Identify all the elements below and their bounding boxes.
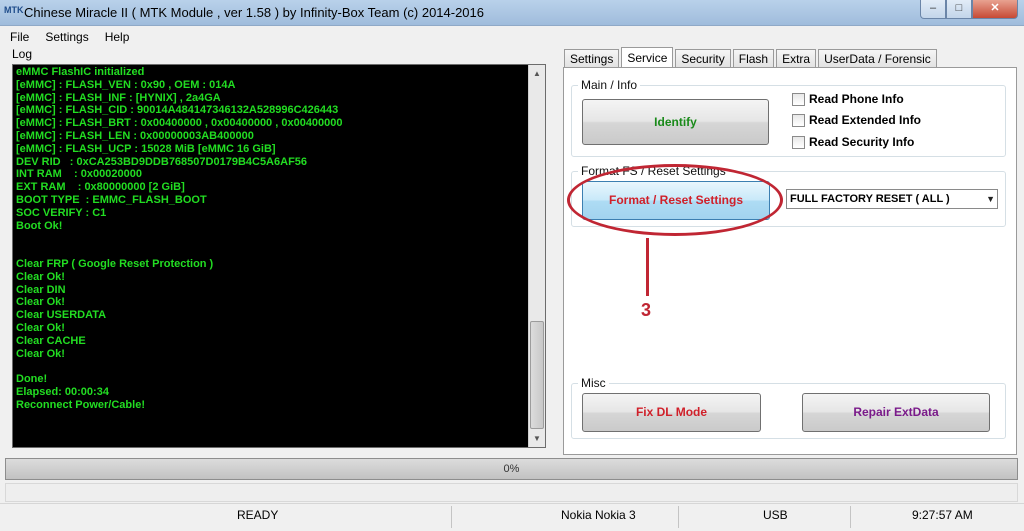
- menu-help[interactable]: Help: [95, 27, 136, 46]
- log-line: [eMMC] : FLASH_UCP : 15028 MiB [eMMC 16 …: [16, 142, 276, 155]
- progress-percent: 0%: [503, 463, 520, 475]
- tab-strip: Settings Service Security Flash Extra Us…: [564, 47, 939, 68]
- read-phone-info-checkbox[interactable]: Read Phone Info: [792, 92, 904, 106]
- log-line: Clear Ok!: [16, 321, 65, 334]
- log-panel[interactable]: eMMC FlashIC initialized [eMMC] : FLASH_V…: [12, 64, 546, 448]
- tab-settings[interactable]: Settings: [564, 49, 620, 67]
- log-line: DEV RID : 0xCA253BD9DDB768507D0179B4C5A6…: [16, 155, 308, 168]
- log-line: [eMMC] : FLASH_BRT : 0x00400000 , 0x0040…: [16, 117, 343, 130]
- log-line: Boot Ok!: [16, 219, 63, 232]
- read-security-info-checkbox[interactable]: Read Security Info: [792, 135, 914, 149]
- progress-bar: 0%: [5, 458, 1018, 480]
- status-time: 9:27:57 AM: [912, 508, 973, 522]
- main-info-title: Main / Info: [578, 78, 641, 92]
- log-line: Clear Ok!: [16, 296, 65, 309]
- maximize-icon[interactable]: □: [946, 0, 972, 19]
- log-line: [eMMC] : FLASH_VEN : 0x90 , OEM : 014A: [16, 78, 236, 91]
- log-scrollbar[interactable]: ▲ ▼: [528, 65, 545, 447]
- log-line: Reconnect Power/Cable!: [16, 398, 145, 411]
- menu-bar: File Settings Help: [0, 27, 1024, 46]
- log-line: Elapsed: 00:00:34: [16, 385, 109, 398]
- minimize-icon[interactable]: –: [920, 0, 946, 19]
- log-line: Clear Ok!: [16, 347, 65, 360]
- read-extended-info-label: Read Extended Info: [809, 113, 922, 127]
- scroll-down-icon[interactable]: ▼: [529, 430, 545, 447]
- repair-extdata-button[interactable]: Repair ExtData: [802, 393, 990, 432]
- status-device: Nokia Nokia 3: [561, 508, 636, 522]
- status-port: USB: [763, 508, 788, 522]
- log-line: Clear FRP ( Google Reset Protection ): [16, 257, 214, 270]
- misc-title: Misc: [578, 376, 609, 390]
- checkbox-box[interactable]: [792, 135, 805, 149]
- annotation-highlight-oval: [567, 164, 783, 236]
- secondary-progress-strip: [5, 483, 1018, 502]
- log-line: SOC VERIFY : C1: [16, 206, 107, 219]
- tab-extra[interactable]: Extra: [776, 49, 817, 67]
- annotation-step-number: 3: [641, 300, 652, 320]
- status-bar: READY Nokia Nokia 3 USB 9:27:57 AM: [0, 503, 1024, 531]
- log-line: Clear DIN: [16, 283, 66, 296]
- log-line: INT RAM : 0x00020000: [16, 168, 142, 181]
- log-line: [eMMC] : FLASH_INF : [HYNIX] , 2a4GA: [16, 91, 221, 104]
- read-security-info-label: Read Security Info: [809, 135, 915, 149]
- tab-flash[interactable]: Flash: [732, 49, 775, 67]
- log-line: Clear CACHE: [16, 334, 86, 347]
- window-title: Chinese Miracle II ( MTK Module , ver 1.…: [24, 5, 485, 20]
- read-extended-info-checkbox[interactable]: Read Extended Info: [792, 113, 921, 127]
- log-lines: eMMC FlashIC initialized [eMMC] : FLASH_V…: [16, 66, 526, 412]
- log-line: Clear Ok!: [16, 270, 65, 283]
- read-phone-info-label: Read Phone Info: [809, 92, 904, 106]
- log-line: EXT RAM : 0x80000000 [2 GiB]: [16, 181, 185, 194]
- reset-mode-select[interactable]: FULL FACTORY RESET ( ALL ) ▼: [786, 189, 998, 209]
- annotation-pointer-line: [646, 238, 649, 296]
- log-line: BOOT TYPE : EMMC_FLASH_BOOT: [16, 193, 207, 206]
- status-divider: [850, 506, 851, 528]
- log-line: [eMMC] : FLASH_LEN : 0x00000003AB400000: [16, 129, 254, 142]
- log-line: eMMC FlashIC initialized: [16, 66, 145, 78]
- tab-userdata-forensic[interactable]: UserData / Forensic: [818, 49, 937, 67]
- log-line: [eMMC] : FLASH_CID : 90014A484147346132A…: [16, 104, 339, 117]
- title-bar[interactable]: MTK Chinese Miracle II ( MTK Module , ve…: [0, 0, 1024, 26]
- scroll-up-icon[interactable]: ▲: [529, 65, 545, 82]
- checkbox-box[interactable]: [792, 113, 805, 127]
- identify-button[interactable]: Identify: [582, 99, 769, 145]
- tab-service[interactable]: Service: [621, 47, 674, 67]
- tab-security[interactable]: Security: [675, 49, 731, 67]
- log-line: Done!: [16, 373, 48, 386]
- close-icon[interactable]: ✕: [972, 0, 1018, 19]
- fix-dl-mode-button[interactable]: Fix DL Mode: [582, 393, 761, 432]
- menu-file[interactable]: File: [0, 27, 35, 46]
- status-divider: [451, 506, 452, 528]
- window-controls: – □ ✕: [920, 0, 1018, 20]
- menu-settings[interactable]: Settings: [35, 27, 94, 46]
- log-label: Log: [12, 47, 33, 61]
- reset-mode-value: FULL FACTORY RESET ( ALL ): [790, 193, 950, 205]
- scroll-thumb[interactable]: [530, 321, 544, 429]
- checkbox-box[interactable]: [792, 92, 805, 106]
- app-logo-icon: MTK: [4, 5, 24, 15]
- status-divider: [678, 506, 679, 528]
- log-line: Clear USERDATA: [16, 309, 107, 322]
- status-state: READY: [237, 508, 279, 522]
- chevron-down-icon[interactable]: ▼: [986, 194, 995, 204]
